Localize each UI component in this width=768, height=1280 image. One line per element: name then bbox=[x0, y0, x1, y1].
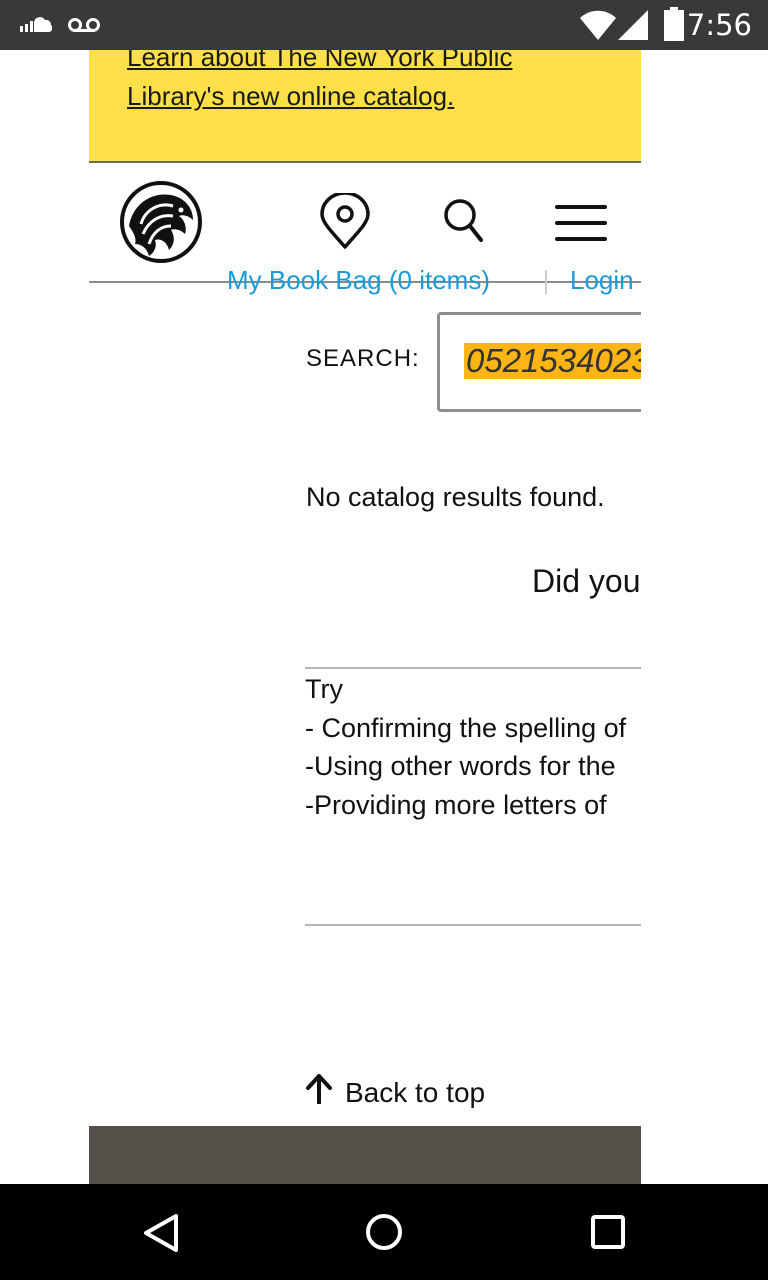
catalog-announcement-link[interactable]: Learn about The New York Public Library'… bbox=[127, 50, 627, 116]
catalog-banner: Learn about The New York Public Library'… bbox=[89, 50, 641, 163]
web-page: Learn about The New York Public Library'… bbox=[89, 50, 641, 1184]
account-links: My Book Bag (0 items) Login bbox=[89, 266, 641, 296]
tip-item: -Providing more letters of bbox=[305, 789, 607, 820]
search-label: SEARCH: bbox=[306, 345, 420, 372]
search-icon[interactable] bbox=[443, 198, 483, 247]
location-pin-icon[interactable] bbox=[319, 191, 371, 256]
tip-item: - Confirming the spelling of bbox=[305, 712, 627, 743]
search-query-text: 0521534023 bbox=[464, 343, 641, 379]
tip-item: -Using other words for the bbox=[305, 751, 616, 781]
arrow-up-icon bbox=[305, 1074, 333, 1111]
signal-icon bbox=[618, 10, 648, 45]
search-input[interactable]: 0521534023 bbox=[437, 312, 641, 412]
back-to-top-label: Back to top bbox=[345, 1076, 486, 1108]
book-bag-link[interactable]: My Book Bag (0 items) bbox=[227, 266, 490, 296]
banner-line-2: Library's new online catalog. bbox=[127, 81, 455, 111]
divider-bottom bbox=[305, 924, 641, 926]
tips-heading: Try bbox=[305, 674, 343, 704]
battery-icon bbox=[664, 7, 684, 46]
status-time: 7:56 bbox=[686, 8, 752, 42]
banner-line-1: Learn about The New York Public bbox=[127, 50, 513, 72]
recents-icon[interactable] bbox=[590, 1214, 626, 1255]
login-link[interactable]: Login bbox=[570, 266, 634, 296]
site-footer bbox=[89, 1126, 641, 1184]
voicemail-icon bbox=[68, 17, 100, 38]
status-bar: 7:56 bbox=[0, 0, 768, 50]
site-header bbox=[89, 163, 641, 283]
back-icon[interactable] bbox=[142, 1213, 180, 1258]
home-icon[interactable] bbox=[364, 1212, 404, 1257]
did-you-mean-heading: Did you bbox=[532, 563, 641, 599]
cloud-icon bbox=[20, 16, 53, 39]
link-divider bbox=[545, 270, 547, 294]
divider-top bbox=[305, 667, 641, 669]
search-tips: Try - Confirming the spelling of -Using … bbox=[305, 670, 626, 824]
hamburger-menu-icon[interactable] bbox=[555, 205, 607, 246]
navigation-bar bbox=[0, 1184, 768, 1280]
no-results-message: No catalog results found. bbox=[306, 482, 605, 512]
wifi-icon bbox=[580, 10, 616, 45]
back-to-top-link[interactable]: Back to top bbox=[305, 1074, 485, 1111]
nypl-lion-logo[interactable] bbox=[119, 180, 203, 264]
